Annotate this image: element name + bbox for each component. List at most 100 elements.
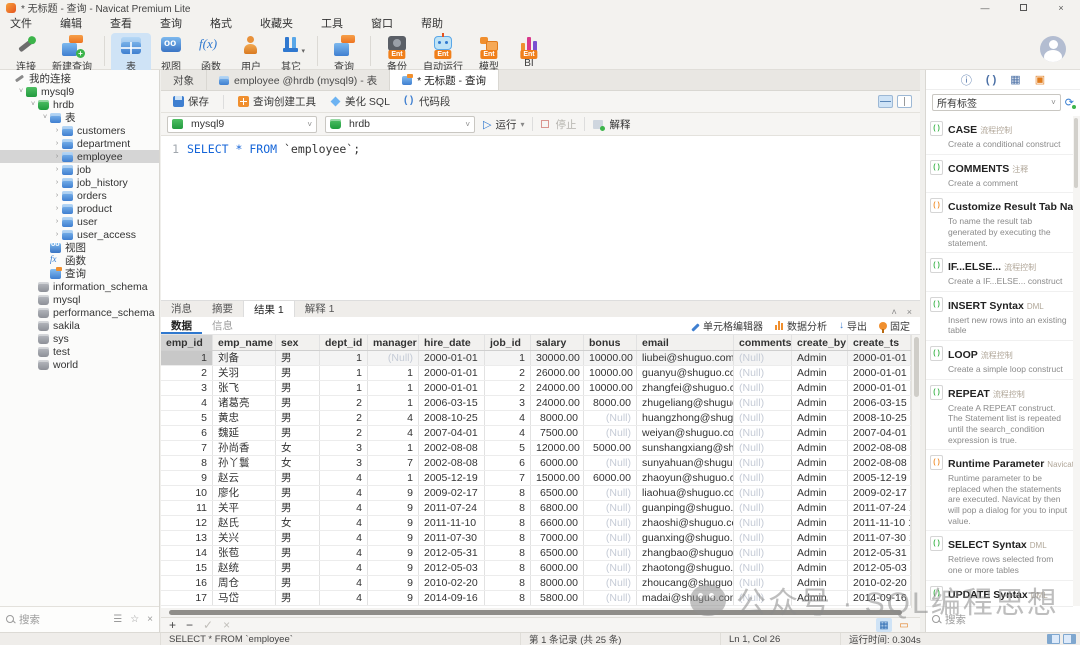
cell-create_by[interactable]: Admin — [792, 486, 848, 500]
cell-create_by[interactable]: Admin — [792, 426, 848, 440]
table-row[interactable]: 13关兴男492011-07-3087000.00(Null)guanxing@… — [161, 531, 911, 546]
cell-bonus[interactable]: 5000.00 — [584, 441, 637, 455]
cell-hire_date[interactable]: 2008-10-25 — [419, 411, 485, 425]
tree-item-orders[interactable]: ›orders — [0, 189, 159, 202]
cell-email[interactable]: huangzhong@shuguo.c — [637, 411, 734, 425]
run-options-caret[interactable]: ▾ — [520, 120, 524, 129]
cell-emp_name[interactable]: 关兴 — [213, 531, 276, 545]
cell-email[interactable]: zhangfei@shuguo.com — [637, 381, 734, 395]
cell-hire_date[interactable]: 2002-08-08 — [419, 441, 485, 455]
cell-dept_id[interactable]: 2 — [320, 411, 368, 425]
result-tab-2[interactable]: 结果 1 — [243, 300, 295, 317]
cell-emp_id[interactable]: 8 — [161, 456, 213, 470]
cell-email[interactable]: sunyahuan@shuguo.con — [637, 456, 734, 470]
cell-salary[interactable]: 15000.00 — [531, 471, 584, 485]
add-record-button[interactable]: + — [169, 618, 176, 632]
cell-emp_name[interactable]: 张苞 — [213, 546, 276, 560]
cell-email[interactable]: guanxing@shuguo.com — [637, 531, 734, 545]
column-header-sex[interactable]: sex — [276, 335, 320, 350]
beautify-sql-button[interactable]: 美化 SQL — [326, 92, 394, 111]
expand-arrow-icon[interactable]: › — [52, 218, 62, 225]
toolbar-button-model[interactable]: Ent模型 — [469, 33, 509, 74]
cell-create_ts[interactable]: 2008-10-25 10 — [848, 411, 911, 425]
ai-tab-icon[interactable]: ▣ — [1035, 73, 1045, 86]
cell-emp_id[interactable]: 4 — [161, 396, 213, 410]
user-avatar[interactable] — [1040, 36, 1066, 62]
cell-emp_id[interactable]: 14 — [161, 546, 213, 560]
column-header-emp_name[interactable]: emp_name — [213, 335, 276, 350]
cell-sex[interactable]: 男 — [276, 546, 320, 560]
sql-editor[interactable]: 1 SELECT * FROM `employee`; — [161, 136, 920, 300]
cell-comments[interactable]: (Null) — [734, 576, 792, 590]
cell-create_by[interactable]: Admin — [792, 471, 848, 485]
cell-comments[interactable]: (Null) — [734, 366, 792, 380]
cell-editor-button[interactable]: 单元格编辑器 — [691, 318, 763, 333]
cell-job_id[interactable]: 7 — [485, 471, 531, 485]
cell-emp_id[interactable]: 17 — [161, 591, 213, 605]
cell-create_by[interactable]: Admin — [792, 561, 848, 575]
cell-job_id[interactable]: 1 — [485, 351, 531, 365]
menu-item-4[interactable]: 格式 — [210, 15, 232, 31]
cell-dept_id[interactable]: 4 — [320, 591, 368, 605]
cell-sex[interactable]: 男 — [276, 591, 320, 605]
toolbar-button-connect[interactable]: 连接 — [6, 33, 46, 74]
menu-item-6[interactable]: 工具 — [321, 15, 343, 31]
save-button[interactable]: 保存 — [169, 92, 213, 111]
cell-create_ts[interactable]: 2009-02-17 10 — [848, 486, 911, 500]
cell-sex[interactable]: 男 — [276, 411, 320, 425]
cell-hire_date[interactable]: 2000-01-01 — [419, 351, 485, 365]
cell-emp_name[interactable]: 赵统 — [213, 561, 276, 575]
cell-hire_date[interactable]: 2012-05-31 — [419, 546, 485, 560]
snippet-item[interactable]: ( )COMMENTS注释Create a comment — [926, 155, 1073, 194]
cell-manager[interactable]: (Null) — [368, 351, 419, 365]
filter-list-icon[interactable]: ☰ — [113, 614, 122, 625]
table-row[interactable]: 8孙丫鬟女372002-08-0866000.00(Null)sunyahuan… — [161, 456, 911, 471]
table-row[interactable]: 16周仓男492010-02-2088000.00(Null)zhoucang@… — [161, 576, 911, 591]
cell-create_by[interactable]: Admin — [792, 501, 848, 515]
toolbar-button-view[interactable]: 视图 — [151, 33, 191, 74]
cell-bonus[interactable]: (Null) — [584, 576, 637, 590]
result-tab-3[interactable]: 解释 1 — [295, 300, 345, 317]
cell-dept_id[interactable]: 4 — [320, 471, 368, 485]
cell-comments[interactable]: (Null) — [734, 546, 792, 560]
menu-item-5[interactable]: 收藏夹 — [260, 15, 293, 31]
grid-view-toggle[interactable]: ▦ — [876, 618, 892, 632]
cell-hire_date[interactable]: 2000-01-01 — [419, 366, 485, 380]
cell-hire_date[interactable]: 2011-07-30 — [419, 531, 485, 545]
cell-dept_id[interactable]: 4 — [320, 561, 368, 575]
menu-item-7[interactable]: 窗口 — [371, 15, 393, 31]
cell-create_ts[interactable]: 2006-03-15 10 — [848, 396, 911, 410]
cell-salary[interactable]: 7000.00 — [531, 531, 584, 545]
cell-bonus[interactable]: (Null) — [584, 546, 637, 560]
cell-create_ts[interactable]: 2012-05-31 10 — [848, 546, 911, 560]
document-tab-2[interactable]: * 无标题 - 查询 — [390, 70, 499, 90]
cell-bonus[interactable]: (Null) — [584, 591, 637, 605]
cell-emp_name[interactable]: 魏延 — [213, 426, 276, 440]
cell-salary[interactable]: 6500.00 — [531, 546, 584, 560]
cell-sex[interactable]: 女 — [276, 456, 320, 470]
cell-comments[interactable]: (Null) — [734, 351, 792, 365]
cell-salary[interactable]: 5800.00 — [531, 591, 584, 605]
table-row[interactable]: 7孙尚香女312002-08-08512000.005000.00sunshan… — [161, 441, 911, 456]
toggle-left-panel-icon[interactable] — [1047, 634, 1060, 644]
cell-dept_id[interactable]: 4 — [320, 516, 368, 530]
cell-bonus[interactable]: 8000.00 — [584, 396, 637, 410]
cell-manager[interactable]: 4 — [368, 426, 419, 440]
cell-emp_id[interactable]: 12 — [161, 516, 213, 530]
cell-dept_id[interactable]: 4 — [320, 501, 368, 515]
cell-bonus[interactable]: 10000.00 — [584, 351, 637, 365]
cell-job_id[interactable]: 8 — [485, 576, 531, 590]
tree-item-customers[interactable]: ›customers — [0, 124, 159, 137]
tree-item-sakila[interactable]: sakila — [0, 319, 159, 332]
column-header-bonus[interactable]: bonus — [584, 335, 637, 350]
snippet-item[interactable]: ( )IF...ELSE...流程控制Create a IF...ELSE...… — [926, 253, 1073, 292]
cell-comments[interactable]: (Null) — [734, 381, 792, 395]
cell-sex[interactable]: 男 — [276, 396, 320, 410]
cell-manager[interactable]: 9 — [368, 516, 419, 530]
column-header-job_id[interactable]: job_id — [485, 335, 531, 350]
database-select[interactable]: hrdb ˅ — [325, 116, 475, 133]
cell-create_by[interactable]: Admin — [792, 381, 848, 395]
cell-emp_name[interactable]: 关平 — [213, 501, 276, 515]
cell-job_id[interactable]: 2 — [485, 381, 531, 395]
cell-create_by[interactable]: Admin — [792, 396, 848, 410]
